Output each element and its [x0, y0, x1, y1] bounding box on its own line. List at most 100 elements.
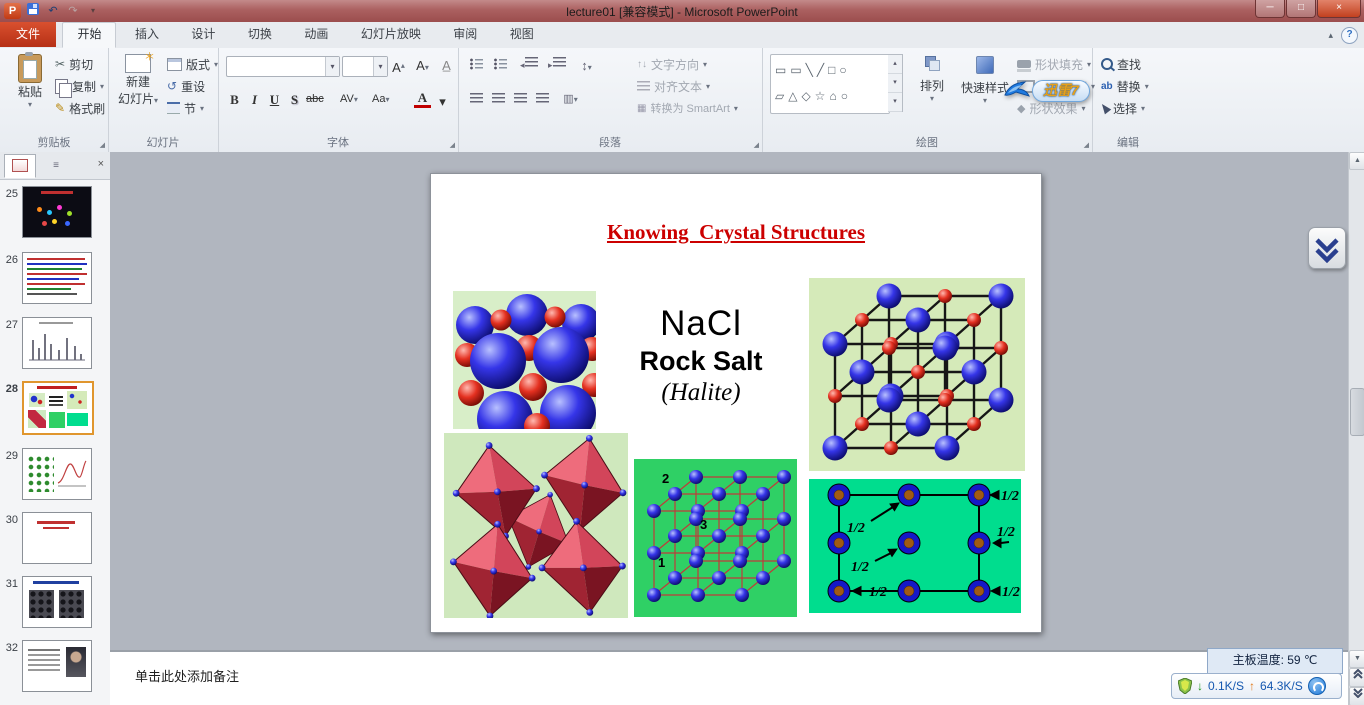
font-dialog-launcher[interactable]: ◢: [450, 141, 455, 149]
increase-indent-button[interactable]: ▸: [548, 56, 566, 75]
strikethrough-button[interactable]: abc: [306, 90, 324, 109]
replace-button[interactable]: ab 替换 ▾: [1098, 76, 1152, 96]
tab-view[interactable]: 视图: [496, 22, 548, 47]
figure-nacl-spacefill[interactable]: [453, 291, 596, 429]
slide-title[interactable]: Knowing Crystal Structures: [431, 220, 1041, 245]
scrollbar-thumb[interactable]: [1350, 388, 1364, 436]
shape-fill-button[interactable]: 形状填充 ▾: [1014, 54, 1094, 74]
text-direction-button[interactable]: ↑↓ 文字方向 ▾: [634, 54, 710, 74]
change-case-button[interactable]: Aa▾: [372, 90, 389, 109]
tab-slides-thumbnails[interactable]: [4, 153, 36, 178]
tab-animations[interactable]: 动画: [290, 22, 342, 47]
new-slide-button[interactable]: 新建 幻灯片▾: [114, 48, 162, 107]
floating-next-slide-button[interactable]: [1308, 227, 1346, 269]
chevron-down-icon[interactable]: ▾: [325, 57, 339, 76]
qat-customize-button[interactable]: ▾: [85, 3, 101, 19]
line-spacing-button[interactable]: ↕▾: [578, 56, 595, 75]
gallery-more-icon[interactable]: ▾: [888, 93, 902, 112]
slide-thumbnail-26[interactable]: [22, 252, 92, 304]
justify-button[interactable]: [534, 90, 551, 109]
figure-caption[interactable]: NaCl Rock Salt (Halite): [636, 304, 766, 407]
network-traffic-widget[interactable]: ↓ 0.1K/S ↑ 64.3K/S: [1171, 673, 1342, 699]
notes-placeholder[interactable]: 单击此处添加备注: [135, 666, 239, 685]
browser-icon[interactable]: [1307, 677, 1326, 695]
clear-formatting-button[interactable]: A̲: [438, 56, 455, 75]
font-name-combo[interactable]: ▾: [226, 56, 340, 77]
next-slide-button[interactable]: [1349, 687, 1364, 705]
thunder-floating-widget[interactable]: 迅雷7: [1004, 80, 1090, 102]
section-button[interactable]: 节 ▾: [164, 98, 207, 118]
shrink-font-button[interactable]: A▾: [414, 56, 431, 75]
slide-thumbnail-25[interactable]: [22, 186, 92, 238]
tab-slideshow[interactable]: 幻灯片放映: [347, 22, 435, 47]
tab-transitions[interactable]: 切换: [234, 22, 286, 47]
close-button[interactable]: ×: [1317, 0, 1361, 18]
align-center-button[interactable]: [490, 90, 507, 109]
scroll-up-button[interactable]: ▲: [1349, 152, 1364, 170]
scroll-down-button[interactable]: ▼: [1349, 650, 1364, 668]
previous-slide-button[interactable]: [1349, 668, 1364, 687]
text-shadow-button[interactable]: S: [286, 90, 303, 109]
shapes-gallery[interactable]: ▭▭╲╱□○ ▱△◇☆⌂○: [770, 54, 890, 114]
font-color-dropdown[interactable]: ▾: [434, 92, 451, 111]
bold-button[interactable]: B: [226, 90, 243, 109]
notes-pane[interactable]: 单击此处添加备注: [110, 650, 1348, 705]
slide-thumbnail-32[interactable]: [22, 640, 92, 692]
scroll-up-icon[interactable]: ▴: [888, 55, 902, 74]
underline-button[interactable]: U: [266, 90, 283, 109]
tab-insert[interactable]: 插入: [121, 22, 173, 47]
panel-close-button[interactable]: ×: [98, 158, 104, 170]
scroll-down-icon[interactable]: ▾: [888, 74, 902, 93]
paragraph-dialog-launcher[interactable]: ◢: [754, 141, 759, 149]
figure-octahedra[interactable]: [444, 433, 628, 618]
font-color-button[interactable]: A: [414, 90, 431, 108]
slide-canvas[interactable]: Knowing Crystal Structures NaCl Rock Sal…: [430, 173, 1042, 633]
undo-button[interactable]: ↶: [45, 3, 61, 19]
grow-font-button[interactable]: A▴: [390, 56, 407, 75]
format-painter-button[interactable]: ✎ 格式刷: [52, 98, 108, 118]
select-button[interactable]: 选择 ▾: [1098, 98, 1148, 118]
vertical-scrollbar[interactable]: ▲ ▼: [1348, 152, 1364, 705]
align-text-button[interactable]: 对齐文本 ▾: [634, 76, 713, 96]
find-button[interactable]: 查找: [1098, 54, 1144, 74]
layout-button[interactable]: 版式 ▾: [164, 54, 221, 74]
tab-home[interactable]: 开始: [62, 22, 117, 48]
numbering-button[interactable]: [492, 56, 509, 75]
maximize-button[interactable]: □: [1286, 0, 1316, 18]
figure-structure-numbered[interactable]: 2 3 1: [634, 459, 797, 617]
save-button[interactable]: [25, 3, 41, 19]
redo-button[interactable]: ↷: [65, 3, 81, 19]
copy-button[interactable]: 复制 ▾: [52, 76, 107, 98]
character-spacing-button[interactable]: AV▾: [340, 90, 358, 109]
tab-file[interactable]: 文件: [0, 22, 57, 47]
slide-thumbnail-30[interactable]: [22, 512, 92, 564]
powerpoint-app-icon[interactable]: P: [4, 3, 21, 19]
paste-button[interactable]: 粘贴 ▾: [10, 52, 50, 109]
clipboard-dialog-launcher[interactable]: ◢: [100, 141, 105, 149]
figure-projection-diagram[interactable]: 1/2 1/2 1/2 1/2 1/2 1/2: [809, 479, 1021, 613]
tab-review[interactable]: 审阅: [439, 22, 491, 47]
minimize-button[interactable]: ─: [1255, 0, 1285, 18]
help-button[interactable]: ?: [1341, 27, 1358, 44]
chevron-down-icon[interactable]: ▾: [373, 57, 387, 76]
columns-button[interactable]: ▥▾: [562, 90, 579, 109]
slide-thumbnail-27[interactable]: [22, 317, 92, 369]
italic-button[interactable]: I: [246, 90, 263, 109]
shapes-gallery-scroll[interactable]: ▴ ▾ ▾: [888, 54, 903, 112]
cut-button[interactable]: ✂ 剪切: [52, 54, 96, 74]
convert-smartart-button[interactable]: ▦ 转换为 SmartArt ▾: [634, 98, 741, 118]
reset-button[interactable]: ↺ 重设: [164, 76, 208, 96]
drawing-dialog-launcher[interactable]: ◢: [1084, 141, 1089, 149]
collapse-ribbon-icon[interactable]: ▴: [1328, 30, 1333, 41]
slide-thumbnail-29[interactable]: [22, 448, 92, 500]
tab-design[interactable]: 设计: [177, 22, 229, 47]
tab-outline[interactable]: ≡: [40, 154, 72, 178]
slide-thumbnail-28[interactable]: [22, 381, 94, 435]
arrange-button[interactable]: 排列 ▾: [910, 56, 954, 103]
align-left-button[interactable]: [468, 90, 485, 109]
align-right-button[interactable]: [512, 90, 529, 109]
figure-nacl-ball-stick[interactable]: [809, 278, 1025, 471]
bullets-button[interactable]: [468, 56, 485, 75]
font-size-combo[interactable]: ▾: [342, 56, 388, 77]
slide-thumbnail-31[interactable]: [22, 576, 92, 628]
